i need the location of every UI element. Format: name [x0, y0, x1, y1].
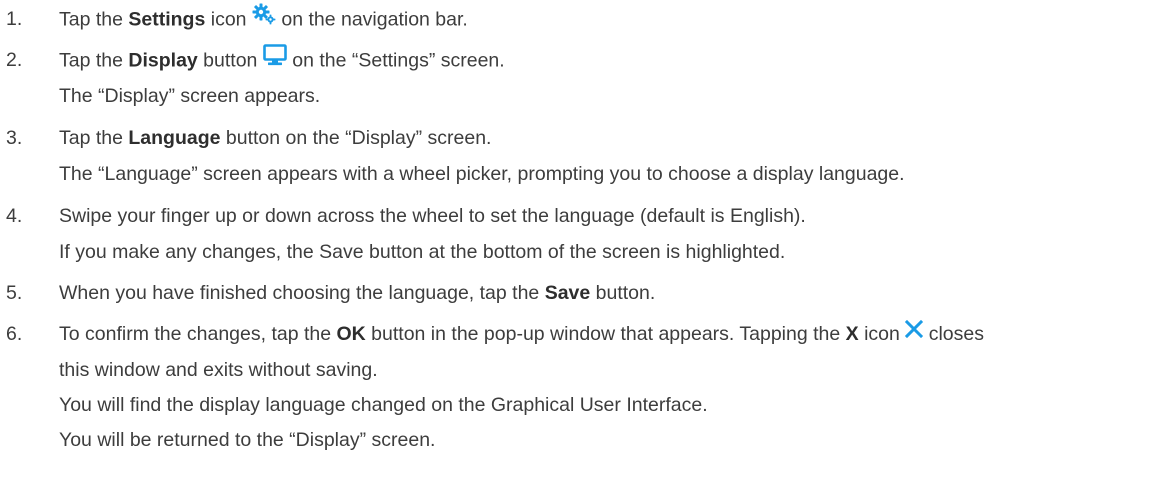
ok-label: OK	[336, 323, 366, 345]
step-6-continuation: this window and exits without saving.	[59, 359, 378, 381]
step-1-text: Tap the Settings icon on the navigation …	[59, 3, 468, 32]
step-number: 1.	[6, 8, 23, 30]
settings-label: Settings	[128, 8, 206, 31]
monitor-icon	[263, 44, 287, 73]
step-number: 4.	[6, 205, 23, 227]
step-number: 6.	[6, 323, 23, 345]
step-4-text: Swipe your finger up or down across the …	[59, 205, 806, 227]
x-label: X	[845, 323, 859, 345]
step-3-text: Tap the Language button on the “Display”…	[59, 127, 492, 149]
close-x-icon	[905, 319, 924, 345]
step-4-result: If you make any changes, the Save button…	[59, 241, 786, 263]
step-number: 5.	[6, 282, 23, 304]
step-2-text: Tap the Display button on the “Settings”…	[59, 44, 505, 73]
step-6-result-language: You will find the display language chang…	[59, 394, 708, 416]
step-number: 3.	[6, 127, 23, 149]
step-5-text: When you have finished choosing the lang…	[59, 282, 656, 304]
step-6-text: To confirm the changes, tap the OK butto…	[59, 319, 984, 347]
display-label: Display	[128, 49, 198, 72]
step-6-result-return: You will be returned to the “Display” sc…	[59, 429, 436, 451]
save-label: Save	[544, 282, 591, 304]
step-2-result: The “Display” screen appears.	[59, 85, 321, 107]
settings-gears-icon	[252, 3, 276, 32]
step-3-result: The “Language” screen appears with a whe…	[59, 163, 905, 185]
step-number: 2.	[6, 49, 23, 71]
language-label: Language	[128, 127, 221, 149]
